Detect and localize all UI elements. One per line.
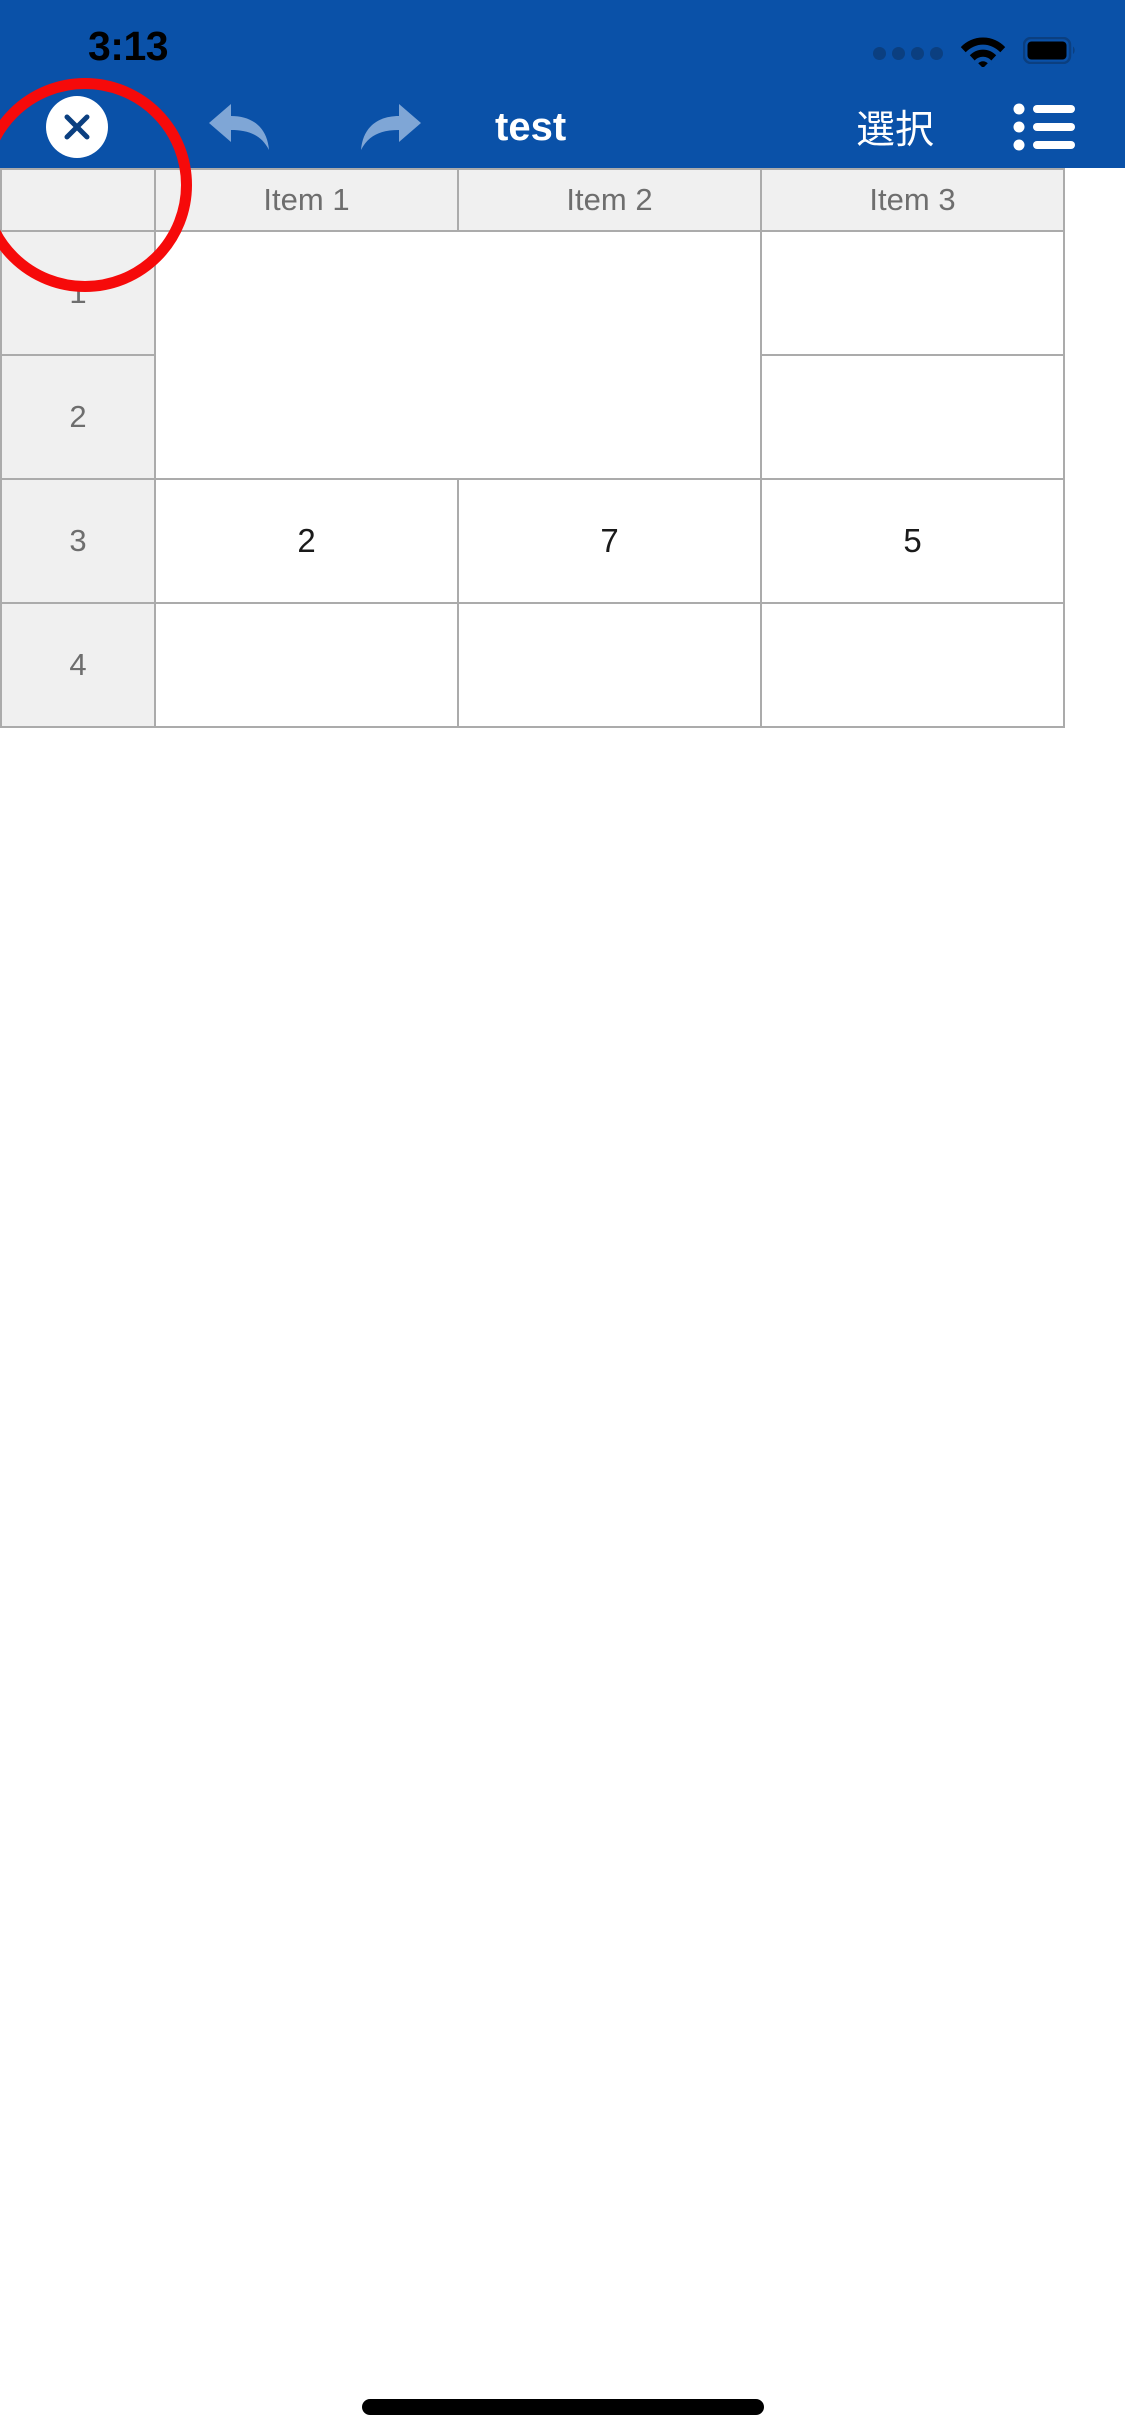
grid-corner-cell[interactable] (0, 168, 156, 232)
redo-arrow-icon (361, 104, 421, 150)
status-indicators (873, 30, 1077, 70)
cell-r2-item3[interactable] (760, 354, 1065, 480)
undo-button[interactable] (190, 86, 290, 168)
redo-button[interactable] (340, 86, 440, 168)
row-header-4[interactable]: 4 (0, 602, 156, 728)
app-screen: 3:13 test 選択 Item 1 Item 2 Item 3 1 2 3 … (0, 0, 1125, 2436)
cell-r1-item3[interactable] (760, 230, 1065, 356)
cell-r4-item1[interactable] (154, 602, 459, 728)
close-button[interactable] (22, 86, 132, 168)
select-button[interactable]: 選択 (815, 86, 975, 168)
row-header-2[interactable]: 2 (0, 354, 156, 480)
app-toolbar: test 選択 (0, 86, 1125, 168)
column-header-item-1[interactable]: Item 1 (154, 168, 459, 232)
undo-arrow-icon (209, 104, 269, 150)
list-menu-icon (1013, 103, 1075, 151)
cell-r3-item1[interactable]: 2 (154, 478, 459, 604)
cell-r4-item2[interactable] (457, 602, 762, 728)
row-header-3[interactable]: 3 (0, 478, 156, 604)
battery-icon (1023, 36, 1075, 64)
wifi-icon (960, 37, 1006, 67)
spreadsheet-grid[interactable]: Item 1 Item 2 Item 3 1 2 3 2 7 5 4 (0, 168, 1065, 728)
column-header-item-2[interactable]: Item 2 (457, 168, 762, 232)
table-row: 1 (0, 230, 1065, 480)
cell-r3-item2[interactable]: 7 (457, 478, 762, 604)
home-indicator[interactable] (361, 2399, 764, 2415)
table-row: 3 2 7 5 (0, 478, 1065, 604)
column-header-item-3[interactable]: Item 3 (760, 168, 1065, 232)
row-header-1[interactable]: 1 (0, 230, 156, 356)
cell-r4-item3[interactable] (760, 602, 1065, 728)
status-bar: 3:13 (0, 0, 1125, 86)
column-header-row: Item 1 Item 2 Item 3 (0, 168, 1065, 232)
merged-cell-item1-item2[interactable] (154, 230, 762, 480)
table-row: 4 (0, 602, 1065, 728)
cellular-signal-icon (873, 46, 943, 60)
close-x-icon (46, 96, 108, 158)
status-time: 3:13 (88, 23, 169, 69)
cell-r3-item3[interactable]: 5 (760, 478, 1065, 604)
menu-button[interactable] (989, 86, 1099, 168)
document-title: test (495, 104, 567, 149)
